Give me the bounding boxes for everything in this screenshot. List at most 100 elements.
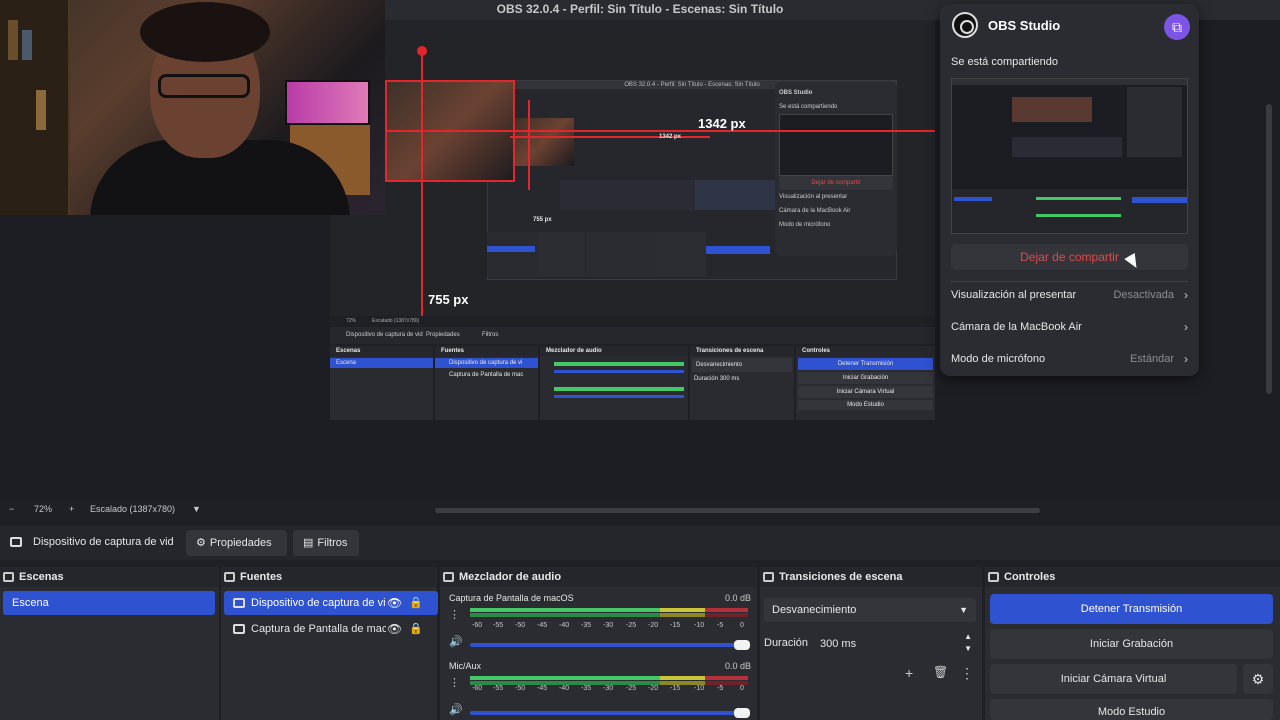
more-options-icon[interactable]: ⋮ bbox=[449, 608, 460, 621]
scenes-dock: Escenas Escena bbox=[0, 567, 219, 720]
preview-vertical-scrollbar[interactable] bbox=[1266, 104, 1272, 394]
nested-trans-dock: Transiciones de escena Desvanecimiento D… bbox=[690, 346, 794, 420]
lock-icon[interactable]: 🔒 bbox=[409, 591, 423, 615]
add-transition-icon[interactable]: + bbox=[905, 665, 913, 681]
spinner-arrows-icon[interactable]: ▲ ▼ bbox=[964, 631, 972, 655]
chevron-right-icon: › bbox=[1184, 320, 1188, 334]
nested-row-2: Cámara de la MacBook Air bbox=[779, 208, 851, 214]
scene-item[interactable]: Escena bbox=[3, 591, 215, 615]
volume-slider-knob[interactable] bbox=[734, 640, 750, 650]
db-scale: -60 -55 -50 -45 -40 -35 -30 -25 -20 -15 … bbox=[472, 622, 744, 629]
camera-row[interactable]: Cámara de la MacBook Air › bbox=[951, 317, 1188, 337]
nested-controls-block bbox=[695, 180, 775, 210]
nested-src-item: Dispositivo de captura de vi bbox=[435, 358, 538, 368]
zoom-out-button[interactable]: − bbox=[9, 504, 14, 514]
controls-dock: Controles Detener Transmisión Iniciar Gr… bbox=[985, 567, 1280, 720]
properties-button[interactable]: ⚙ Propiedades bbox=[186, 530, 287, 556]
nested-ctrl: Modo Estudio bbox=[798, 400, 933, 410]
gear-icon: ⚙ bbox=[196, 537, 206, 549]
camera-icon bbox=[233, 598, 245, 608]
transitions-dock: Transiciones de escena Desvanecimiento ▼… bbox=[760, 567, 982, 720]
nested-sources-block bbox=[537, 232, 585, 277]
row-label: Visualización al presentar bbox=[951, 289, 1077, 301]
duration-label: Duración bbox=[764, 637, 809, 649]
nested-dock-title: Mezclador de audio bbox=[540, 346, 688, 356]
nested-dur: 300 ms bbox=[719, 376, 740, 382]
more-options-icon[interactable]: ⋮ bbox=[960, 665, 974, 682]
dock-icon bbox=[988, 572, 999, 582]
filter-icon: ▤ bbox=[303, 537, 314, 549]
zoom-in-button[interactable]: + bbox=[69, 504, 74, 514]
display-icon bbox=[233, 624, 245, 634]
start-recording-button[interactable]: Iniciar Grabación bbox=[990, 629, 1273, 659]
measure-guide-horizontal bbox=[385, 130, 935, 132]
volume-slider-knob[interactable] bbox=[734, 708, 750, 718]
stop-streaming-button[interactable]: Detener Transmisión bbox=[990, 594, 1273, 624]
chevron-right-icon: › bbox=[1184, 288, 1188, 302]
transition-selected: Desvanecimiento bbox=[772, 604, 857, 616]
zoom-level: 72% bbox=[34, 504, 53, 514]
nested-scenes-dock: Escenas Escena bbox=[330, 346, 433, 420]
nested-controls-dock: Controles Detener Transmisión Iniciar Gr… bbox=[796, 346, 935, 420]
filters-button[interactable]: ▤ Filtros bbox=[293, 530, 359, 556]
source-item[interactable]: Captura de Pantalla de mac 👁 🔒 bbox=[224, 617, 438, 641]
nested-zoom: 72% bbox=[346, 318, 357, 324]
sharing-status-label: Se está compartiendo bbox=[951, 56, 1059, 68]
presenter-view-row[interactable]: Visualización al presentar Desactivada › bbox=[951, 285, 1188, 305]
mixer-title: Mezclador de audio bbox=[459, 571, 562, 583]
start-virtual-camera-button[interactable]: Iniciar Cámara Virtual bbox=[990, 664, 1237, 694]
duration-input[interactable]: 300 ms ▲ ▼ bbox=[816, 631, 976, 657]
visibility-eye-icon[interactable]: 👁 bbox=[387, 591, 402, 615]
nested-dock-title: Controles bbox=[796, 346, 935, 356]
sources-title: Fuentes bbox=[240, 571, 283, 583]
nested-sharing-label: Se está compartiendo bbox=[779, 104, 838, 110]
row-value: Estándar bbox=[1129, 353, 1174, 365]
nested-dock-title: Transiciones de escena bbox=[690, 346, 794, 356]
chevron-down-icon: ▼ bbox=[959, 605, 968, 615]
source-item[interactable]: Dispositivo de captura de vi 👁 🔒 bbox=[224, 591, 438, 615]
nested-width-measure: 1342 px bbox=[659, 134, 682, 140]
nested-row-3: Modo de micrófono bbox=[779, 222, 831, 228]
nested-source-toolbar: Dispositivo de captura de vid Propiedade… bbox=[330, 327, 935, 344]
chevron-right-icon: › bbox=[1184, 352, 1188, 366]
popup-divider bbox=[951, 281, 1188, 282]
preview-horizontal-scrollbar[interactable] bbox=[435, 508, 1040, 513]
volume-meter bbox=[470, 608, 748, 618]
mixer-channel-name: Captura de Pantalla de macOS bbox=[449, 593, 574, 603]
nested-scene-item: Escena bbox=[330, 358, 433, 368]
transition-select[interactable]: Desvanecimiento ▼ bbox=[764, 598, 976, 622]
row-label: Cámara de la MacBook Air bbox=[951, 321, 1082, 333]
speaker-icon[interactable]: 🔊 bbox=[449, 703, 463, 716]
gear-icon[interactable]: ⚙ bbox=[1243, 664, 1273, 694]
speaker-icon[interactable]: 🔊 bbox=[449, 635, 463, 648]
mixer-channel-db: 0.0 dB bbox=[724, 593, 751, 603]
webcam-feed bbox=[0, 0, 385, 215]
source-label: Dispositivo de captura de vi bbox=[251, 597, 386, 609]
volume-slider[interactable] bbox=[470, 640, 750, 650]
screen-share-icon[interactable]: ⧉ bbox=[1164, 14, 1190, 40]
row-label: Modo de micrófono bbox=[951, 353, 1046, 365]
properties-label: Propiedades bbox=[209, 537, 272, 549]
scenes-title: Escenas bbox=[19, 571, 64, 583]
height-measure: 755 px bbox=[428, 292, 469, 307]
visibility-eye-icon[interactable]: 👁 bbox=[387, 617, 402, 641]
lock-icon[interactable]: 🔒 bbox=[409, 617, 423, 641]
nested-scene-highlight bbox=[487, 246, 535, 252]
nested-webcam-2 bbox=[514, 118, 574, 166]
more-options-icon[interactable]: ⋮ bbox=[449, 676, 460, 689]
scaling-dropdown-icon[interactable]: ▼ bbox=[192, 504, 201, 514]
studio-mode-button[interactable]: Modo Estudio bbox=[990, 699, 1273, 720]
sources-dock: Fuentes Dispositivo de captura de vi 👁 🔒… bbox=[221, 567, 438, 720]
nested-sources-dock: Fuentes Dispositivo de captura de vi Cap… bbox=[435, 346, 538, 420]
nested-dock-title: Escenas bbox=[330, 346, 433, 356]
nested-mixer-block bbox=[560, 180, 695, 210]
nested-props: Propiedades bbox=[426, 332, 460, 338]
nested-ctrl: Iniciar Grabación bbox=[798, 372, 933, 384]
nested-scenes-block bbox=[487, 232, 537, 277]
nested-mixer2-block bbox=[586, 232, 656, 277]
mic-mode-row[interactable]: Modo de micrófono Estándar › bbox=[951, 349, 1188, 369]
trash-icon[interactable]: 🗑 bbox=[933, 665, 948, 679]
volume-slider[interactable] bbox=[470, 708, 750, 718]
stop-sharing-button[interactable]: Dejar de compartir bbox=[951, 244, 1188, 270]
db-scale: -60 -55 -50 -45 -40 -35 -30 -25 -20 -15 … bbox=[472, 685, 744, 692]
